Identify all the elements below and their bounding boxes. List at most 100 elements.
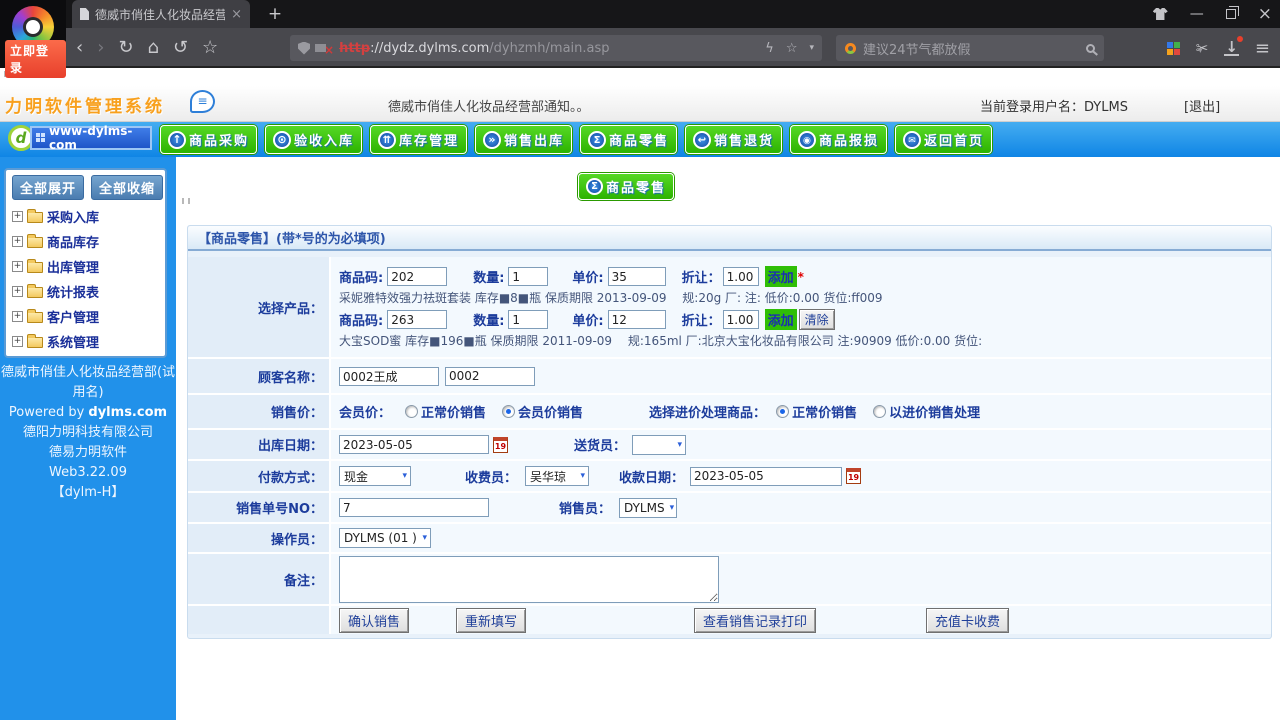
cost-price-radio[interactable] (873, 405, 887, 418)
site-logo[interactable]: d www-dylms-com (8, 124, 152, 152)
nav-button-retail[interactable]: 商品零售 (580, 125, 677, 154)
ship-date-input[interactable] (339, 435, 489, 454)
nav-button-sales-out[interactable]: 销售出库 (475, 125, 572, 154)
new-tab-button[interactable]: + (262, 2, 288, 26)
customer-code-input[interactable] (445, 366, 535, 386)
deliverer-label: 送货员： (574, 439, 627, 454)
cashier-label: 收费员： (465, 470, 518, 486)
download-badge-dot (1236, 36, 1243, 42)
expand-plus-icon[interactable] (12, 311, 23, 322)
operator-select[interactable]: DYLMS (01 ) ▾ (339, 528, 431, 548)
remark-row: 备注： (188, 552, 1271, 604)
minimize-icon[interactable]: — (1190, 6, 1204, 22)
bookmark-star-icon[interactable]: ☆ (202, 39, 218, 57)
nav-button-home[interactable]: 返回首页 (895, 125, 992, 154)
home-icon[interactable]: ⌂ (148, 39, 159, 57)
folder-icon (27, 234, 43, 248)
product-price-input-1[interactable] (607, 267, 666, 286)
logout-link[interactable]: [退出] (1184, 96, 1220, 115)
favorite-star-icon[interactable]: ☆ (786, 41, 798, 56)
nav-button-inventory[interactable]: 库存管理 (370, 125, 467, 154)
nav-button-purchase[interactable]: 商品采购 (160, 125, 257, 154)
lightning-icon[interactable]: ϟ (765, 41, 774, 56)
normal-price-radio[interactable] (405, 405, 419, 418)
nav-button-returns[interactable]: 销售退货 (685, 125, 782, 154)
browser-tab[interactable]: 德威市俏佳人化妆品经营部 (试 × (72, 0, 250, 28)
restore-window-icon[interactable] (1225, 6, 1239, 19)
sidebar-item-customers[interactable]: 客户管理 (12, 304, 165, 329)
product-discount-input-2[interactable] (722, 310, 759, 329)
login-now-button[interactable]: 立即登录 (5, 40, 66, 78)
notice-text[interactable]: 德威市俏佳人化妆品经营部通知。。 (388, 96, 590, 115)
pay-date-input[interactable] (690, 466, 843, 486)
chevron-down-icon[interactable]: ▾ (809, 43, 814, 53)
product-qty-input-2[interactable] (508, 310, 549, 329)
theme-skin-icon[interactable] (1152, 8, 1168, 20)
url-bar[interactable]: × http://dydz.dylms.com/dyhzmh/main.asp … (290, 35, 822, 61)
product-code-input-1[interactable] (387, 267, 448, 286)
blocked-content-icon[interactable] (315, 44, 326, 52)
customer-name-input[interactable] (339, 366, 439, 386)
nav-button-damage[interactable]: 商品报损 (790, 125, 887, 154)
nav-button-receive[interactable]: 验收入库 (265, 125, 362, 154)
cost-normal-radio[interactable] (776, 405, 790, 418)
sidebar-item-system[interactable]: 系统管理 (12, 329, 165, 354)
search-icon[interactable] (1086, 43, 1095, 53)
back-icon[interactable]: ‹ (76, 39, 83, 57)
chat-bubble-icon[interactable]: ≡ (190, 90, 215, 113)
edition-text: 【dylm-H】 (51, 485, 125, 500)
sidebar-item-outbound[interactable]: 出库管理 (12, 254, 165, 279)
browser-logo: 立即登录 (0, 0, 66, 78)
company-name: 德阳力明科技有限公司 (22, 425, 153, 440)
expand-plus-icon[interactable] (12, 211, 23, 222)
operator-row: 操作员： DYLMS (01 ) ▾ (188, 522, 1271, 552)
cashier-select[interactable]: 吴华琼 ▾ (525, 466, 590, 486)
expand-plus-icon[interactable] (12, 336, 23, 347)
remark-textarea[interactable] (339, 555, 719, 603)
product-discount-input-1[interactable] (722, 267, 759, 286)
view-print-records-button[interactable]: 查看销售记录打印 (694, 607, 817, 633)
sigma-icon (585, 178, 603, 195)
add-product-button-1[interactable]: 添加 (764, 266, 797, 287)
payment-method-select[interactable]: 现金 ▾ (339, 466, 411, 486)
tab-close-icon[interactable]: × (231, 7, 242, 22)
member-price-radio[interactable] (502, 405, 516, 418)
calendar-icon[interactable]: 19 (493, 436, 508, 453)
apps-grid-icon[interactable] (1166, 41, 1180, 55)
url-text: http://dydz.dylms.com/dyhzmh/main.asp (339, 41, 609, 56)
search-input[interactable]: 建议24节气都放假 (863, 39, 1079, 58)
expand-all-button[interactable]: 全部展开 (12, 175, 85, 200)
powered-by: Powered by dylms.com (8, 405, 168, 420)
download-icon[interactable]: ↓ (1224, 36, 1243, 56)
reload-icon[interactable]: ↻ (118, 39, 133, 57)
sidebar-item-reports[interactable]: 统计报表 (12, 279, 165, 304)
menu-hamburger-icon[interactable]: ≡ (1255, 38, 1270, 59)
product-qty-input-1[interactable] (508, 267, 549, 286)
sidebar-item-purchase-in[interactable]: 采购入库 (12, 204, 165, 229)
shield-icon[interactable] (298, 41, 310, 55)
search-box[interactable]: 建议24节气都放假 (836, 35, 1104, 61)
deliverer-select[interactable]: ▾ (632, 434, 687, 455)
product-code-input-2[interactable] (387, 310, 448, 329)
reset-form-button[interactable]: 重新填写 (456, 607, 527, 633)
expand-plus-icon[interactable] (12, 236, 23, 247)
powered-site-link[interactable]: dylms.com (88, 405, 167, 420)
card-charge-button[interactable]: 充值卡收费 (926, 607, 1010, 633)
confirm-sale-button[interactable]: 确认销售 (339, 607, 410, 633)
clear-button[interactable]: 清除 (798, 309, 835, 330)
page-body: 全部展开 全部收缩 采购入库 商品库存 出库管理 (0, 157, 1280, 720)
expand-plus-icon[interactable] (12, 261, 23, 272)
undo-icon[interactable]: ↺ (173, 39, 188, 57)
product-price-input-2[interactable] (607, 310, 666, 329)
expand-plus-icon[interactable] (12, 286, 23, 297)
search-engine-icon (845, 42, 856, 54)
order-no-input[interactable] (339, 498, 489, 517)
add-product-button-2[interactable]: 添加 (764, 309, 797, 330)
seller-select[interactable]: DYLMS ▾ (619, 497, 678, 518)
forward-icon[interactable]: › (97, 39, 104, 57)
sidebar-item-stock[interactable]: 商品库存 (12, 229, 165, 254)
collapse-all-button[interactable]: 全部收缩 (91, 175, 164, 200)
screenshot-scissors-icon[interactable]: ✂▾ (1196, 39, 1209, 57)
calendar-icon[interactable]: 19 (846, 468, 862, 484)
close-window-icon[interactable]: × (1258, 4, 1272, 24)
